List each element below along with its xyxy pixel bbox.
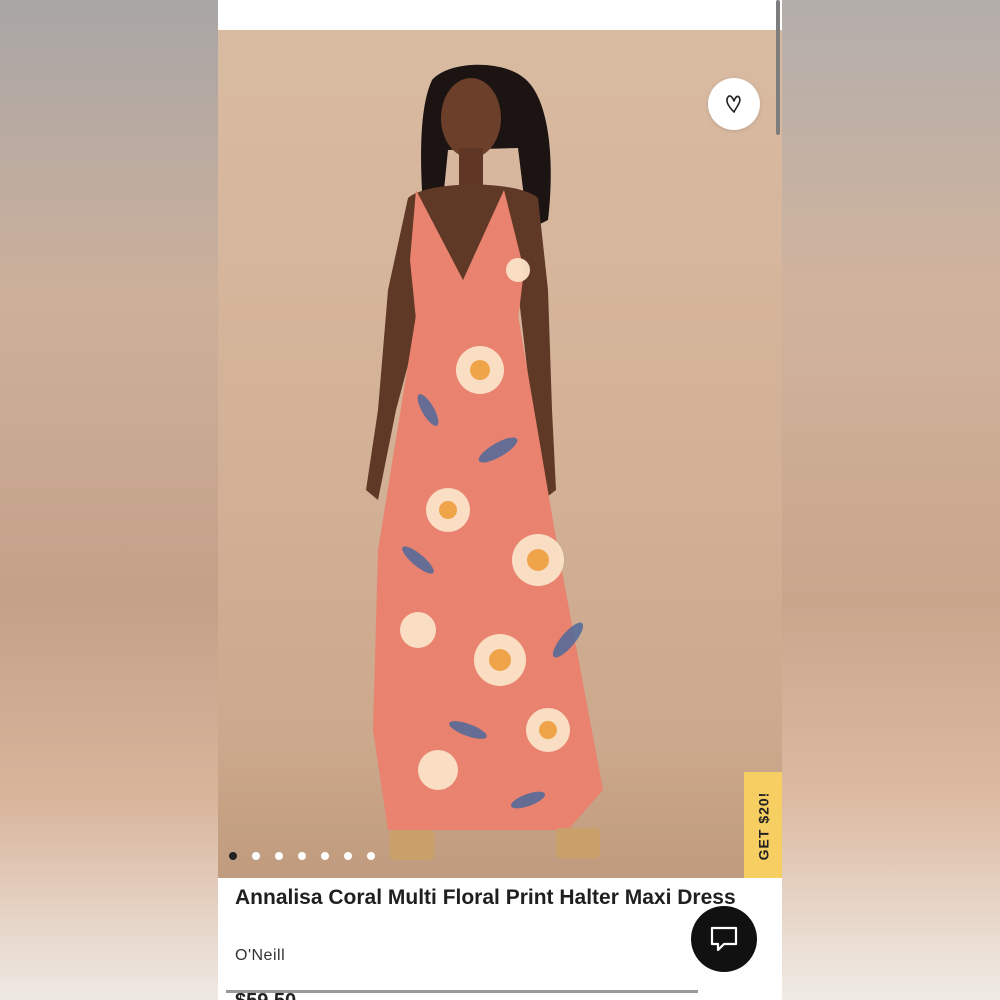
chat-button[interactable] [691,906,757,972]
scrollbar[interactable] [776,0,780,135]
carousel-dots [229,852,375,860]
product-image[interactable]: GET $20! [218,30,782,878]
phone-screen: GET $20! Annalisa Coral Multi Floral Pri… [218,0,782,1000]
carousel-dot[interactable] [252,852,260,860]
carousel-dot[interactable] [321,852,329,860]
model-figure [366,64,603,860]
promo-tab[interactable]: GET $20! [744,772,782,878]
product-title: Annalisa Coral Multi Floral Print Halter… [235,886,736,909]
carousel-dot[interactable] [367,852,375,860]
carousel-dot[interactable] [298,852,306,860]
carousel-dot[interactable] [229,852,237,860]
wishlist-button[interactable] [708,78,760,130]
carousel-dot[interactable] [344,852,352,860]
chat-bubble-icon [710,926,738,952]
home-indicator [226,990,698,993]
heart-icon [726,95,741,113]
promo-label: GET $20! [755,791,772,860]
top-bar [218,0,782,30]
carousel-dot[interactable] [275,852,283,860]
product-brand[interactable]: O'Neill [235,947,285,965]
